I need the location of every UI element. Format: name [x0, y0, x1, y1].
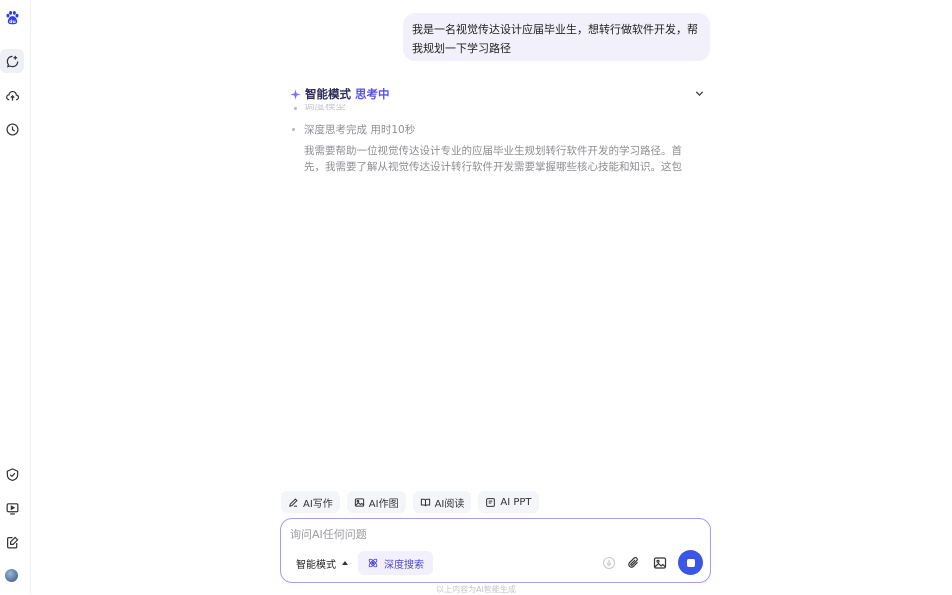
pen-icon	[289, 497, 298, 507]
edit-doc-icon	[6, 536, 18, 548]
thinking-status: 思考中	[355, 87, 390, 101]
slides-icon	[486, 497, 496, 507]
baidu-paw-logo-icon: du	[6, 10, 18, 25]
svg-text:du: du	[9, 19, 16, 25]
voice-button[interactable]	[602, 556, 616, 570]
reasoning-text: 我需要帮助一位视觉传达设计专业的应届毕业生规划转行软件开发的学习路径。首先，我需…	[304, 145, 682, 173]
ai-ppt-button[interactable]: AI PPT	[478, 491, 539, 513]
tasks-button[interactable]	[1, 463, 23, 485]
composer: 智能模式 深度搜索	[280, 518, 711, 583]
image-upload-button[interactable]	[653, 556, 667, 570]
user-message-text: 我是一名视觉传达设计应届毕业生，想转行做软件开发，帮我规划一下学习路径	[412, 23, 698, 55]
chip-label: AI阅读	[434, 498, 465, 510]
chevron-down-icon[interactable]	[694, 88, 705, 99]
ai-read-button[interactable]: AI阅读	[412, 491, 472, 513]
notes-button[interactable]	[1, 531, 23, 553]
image-icon	[653, 557, 667, 569]
clock-icon	[5, 122, 19, 136]
baidu-logo[interactable]: du	[1, 6, 23, 28]
faded-step: 调度模型	[291, 104, 651, 113]
deep-search-label: 深度搜索	[384, 559, 424, 571]
caret-up-icon	[342, 561, 348, 565]
history-button[interactable]	[1, 118, 23, 140]
media-button[interactable]	[1, 497, 23, 519]
cloud-upload-icon	[5, 90, 19, 101]
deep-think-status: 深度思考完成 用时10秒	[304, 124, 416, 136]
image-icon	[354, 497, 364, 507]
tool-chips: AI写作 AI作图 AI阅读 AI PPT	[281, 491, 539, 513]
faded-step-text: 调度模型	[304, 104, 346, 112]
mode-select-label: 智能模式	[296, 559, 336, 571]
deep-search-button[interactable]: 深度搜索	[358, 551, 433, 575]
question-input[interactable]	[290, 526, 680, 542]
sparkle-icon	[290, 88, 301, 100]
step-bullet	[294, 107, 297, 110]
user-message-bubble: 我是一名视觉传达设计应届毕业生，想转行做软件开发，帮我规划一下学习路径	[403, 13, 710, 61]
chat-bubble-plus-icon	[6, 55, 18, 68]
paperclip-icon	[628, 556, 638, 568]
check-shield-icon	[6, 467, 18, 481]
ai-image-button[interactable]: AI作图	[346, 491, 406, 513]
new-chat-button[interactable]	[0, 49, 24, 73]
mode-select[interactable]: 智能模式	[289, 552, 355, 574]
stop-icon	[686, 558, 695, 567]
cloud-button[interactable]	[1, 84, 23, 106]
avatar[interactable]	[5, 569, 18, 582]
screen-play-icon	[6, 502, 18, 515]
thinking-header[interactable]: 智能模式 思考中	[290, 85, 705, 103]
chip-label: AI PPT	[500, 496, 532, 508]
ai-write-button[interactable]: AI写作	[281, 491, 340, 513]
attach-button[interactable]	[627, 556, 641, 570]
mode-label: 智能模式	[305, 87, 351, 101]
footer-disclaimer: 以上内容为AI智能生成	[436, 585, 516, 594]
chip-label: AI写作	[303, 498, 333, 510]
book-icon	[420, 498, 430, 506]
chip-label: AI作图	[368, 498, 399, 510]
stop-generating-button[interactable]	[678, 550, 703, 575]
atom-icon	[368, 558, 378, 568]
step-bullet	[292, 128, 295, 131]
voice-icon	[602, 556, 616, 570]
sidebar: du	[0, 0, 31, 594]
